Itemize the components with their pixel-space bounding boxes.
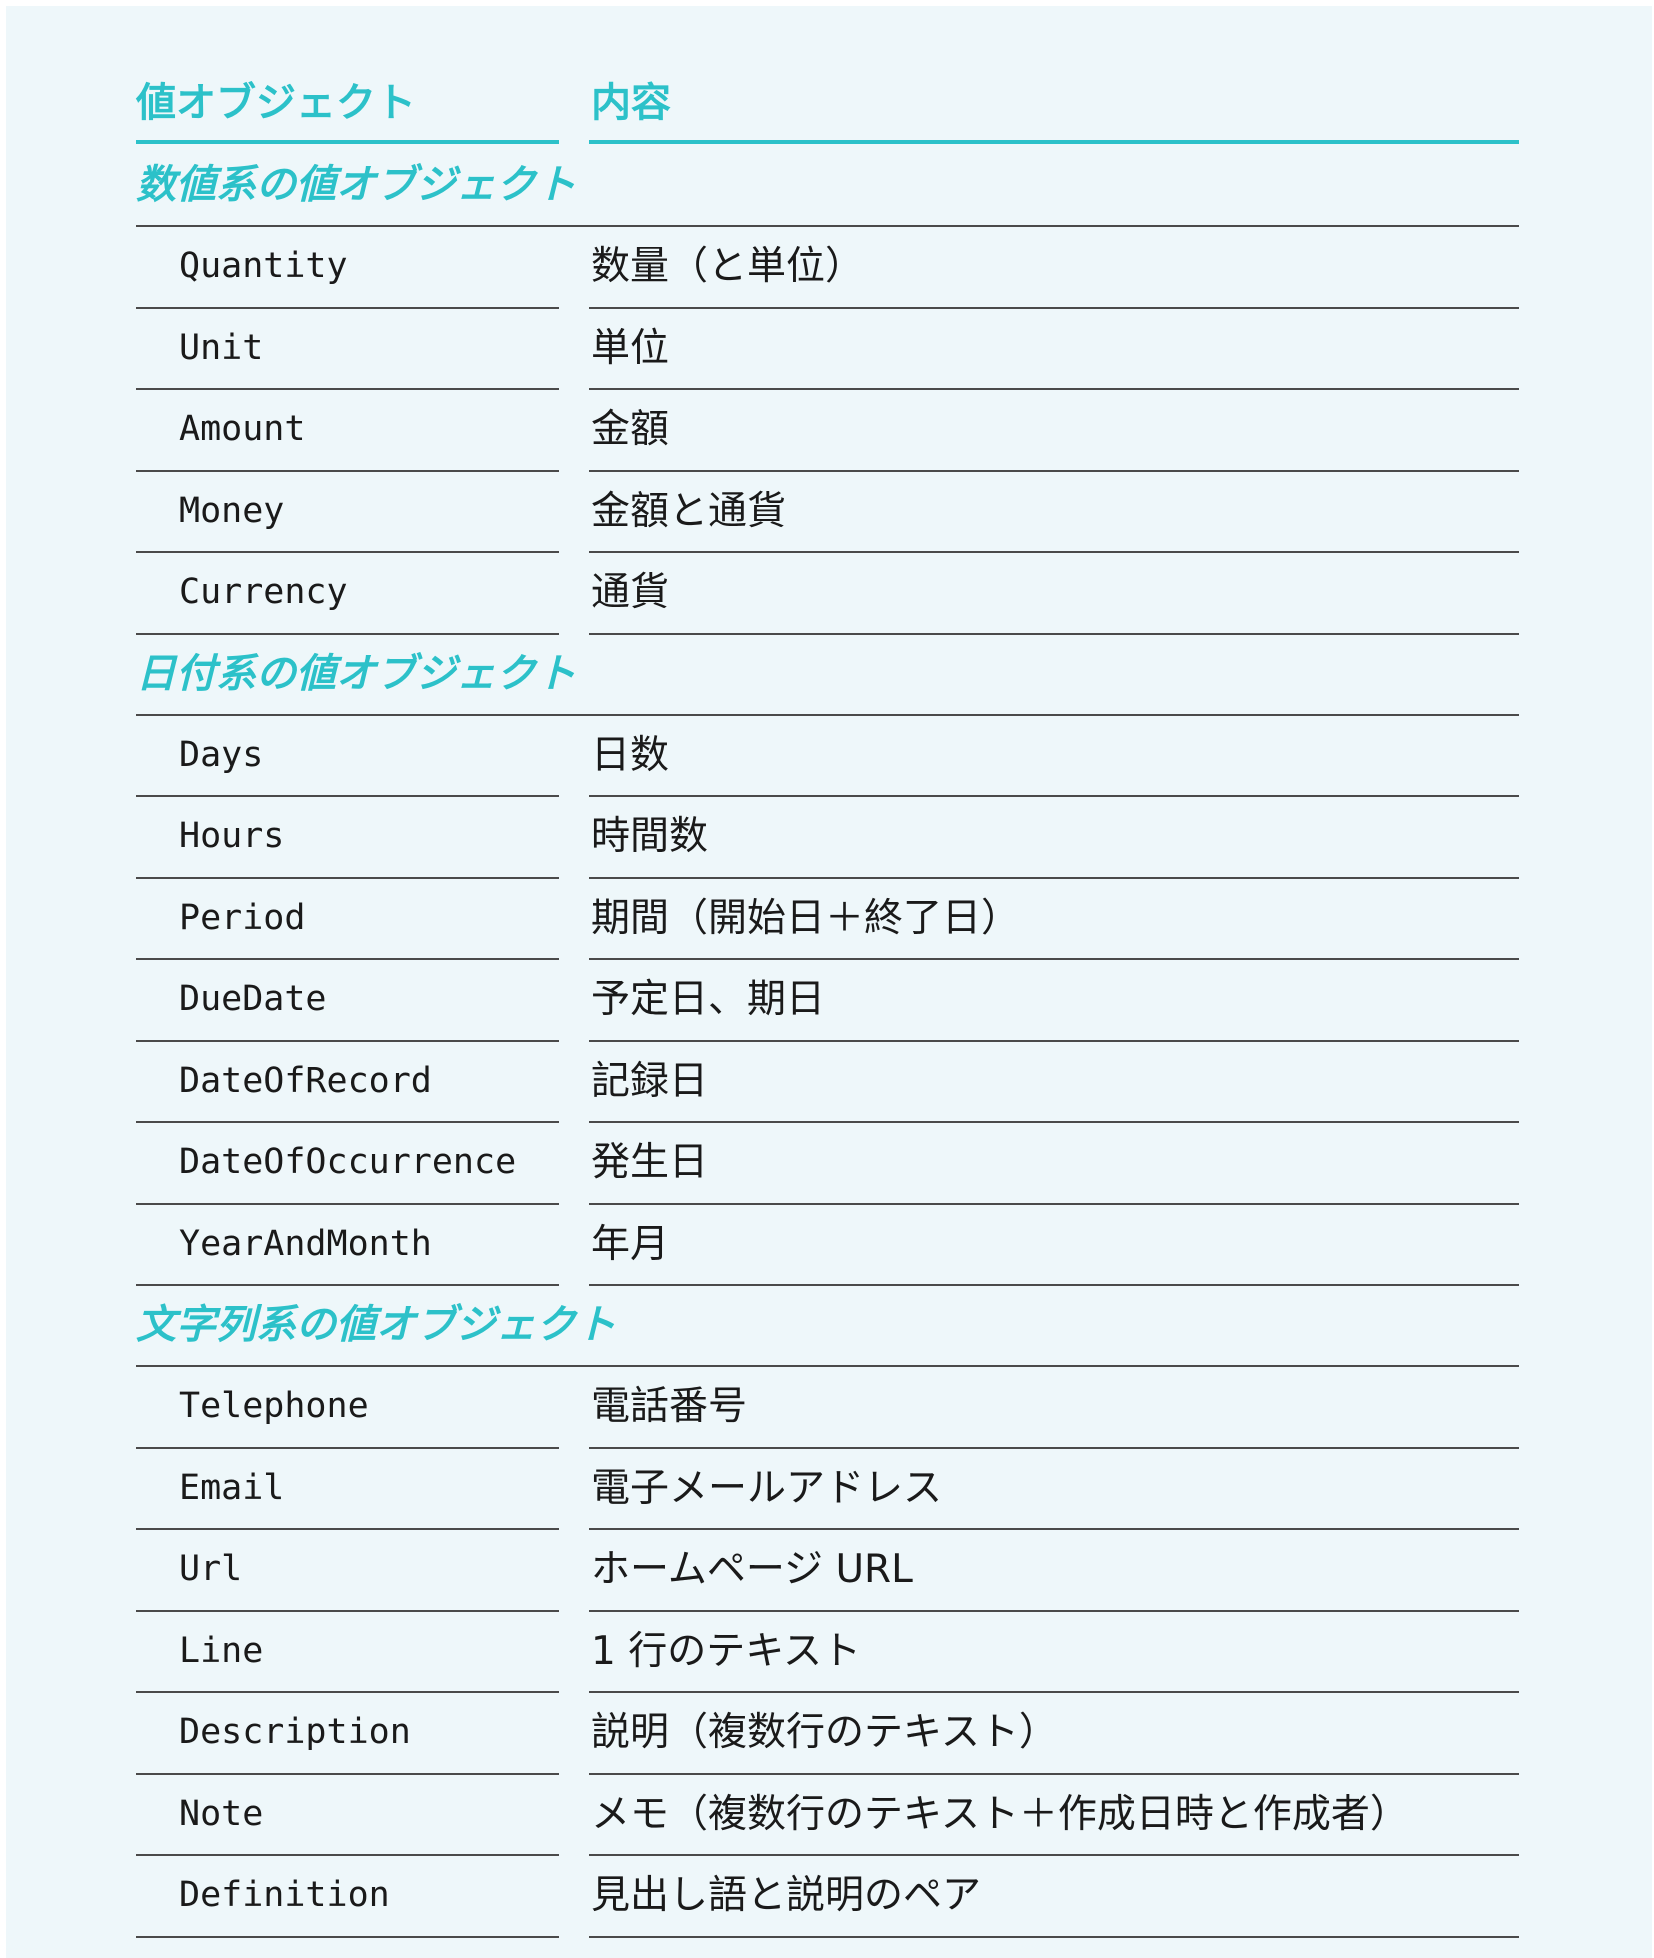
row-divider [589,632,1519,635]
table-header: 値オブジェクト 内容 [136,50,1519,146]
row-desc: 金額と通貨 [591,488,787,534]
row-name: YearAndMonth [179,1223,432,1264]
table-row: Hours 時間数 [136,797,1519,879]
table-row: Description 説明（複数行のテキスト） [136,1693,1519,1775]
row-name: Money [179,490,285,531]
row-name: Amount [179,409,306,449]
row-name: Days [179,734,264,775]
row-desc: 通貨 [591,570,670,615]
row-name: DateOfOccurrence [179,1142,517,1182]
table-row: DateOfRecord 記録日 [136,1042,1519,1123]
row-desc: 期間（開始日＋終了日） [591,895,1021,941]
table-row: Period 期間（開始日＋終了日） [136,879,1519,960]
row-desc: 金額 [591,407,670,452]
row-name: Description [179,1712,411,1752]
row-name: Period [179,897,306,938]
row-desc: ホームページ URL [591,1547,913,1592]
row-desc: 電子メールアドレス [591,1465,943,1511]
row-name: Definition [179,1875,390,1915]
row-divider [589,1284,1519,1286]
table-row: Unit 単位 [136,309,1519,390]
row-divider [136,1284,559,1286]
row-desc: 時間数 [591,814,709,859]
row-desc: 記録日 [591,1058,709,1104]
row-desc: 見出し語と説明のペア [591,1873,982,1918]
header-value-object: 値オブジェクト [136,80,416,126]
value-object-table: 値オブジェクト 内容 数値系の値オブジェクト Quantity 数量（と単位） … [136,50,1519,1938]
row-desc: 年月 [591,1221,670,1267]
row-name: Note [179,1793,264,1834]
table-row: Quantity 数量（と単位） [136,227,1519,309]
row-desc: 電話番号 [591,1384,748,1429]
row-name: Unit [179,327,264,368]
row-name: Currency [179,572,348,612]
section-title-string: 文字列系の値オブジェクト [136,1286,1519,1367]
table-row: Note メモ（複数行のテキスト＋作成日時と作成者） [136,1775,1519,1856]
row-desc: 1 行のテキスト [591,1628,862,1674]
row-desc: 日数 [591,732,670,778]
header-rule-left [136,140,559,144]
row-desc: 数量（と単位） [591,244,865,289]
header-rule-right [589,140,1519,144]
table-row: YearAndMonth 年月 [136,1205,1519,1286]
table-row: Days 日数 [136,716,1519,797]
section-title-date: 日付系の値オブジェクト [136,635,1519,716]
table-row: Url ホームページ URL [136,1530,1519,1612]
table-row: Money 金額と通貨 [136,472,1519,553]
table-row: Amount 金額 [136,390,1519,472]
row-desc: 予定日、期日 [591,977,826,1022]
row-desc: 単位 [591,325,670,371]
table-panel: 値オブジェクト 内容 数値系の値オブジェクト Quantity 数量（と単位） … [6,6,1652,1958]
row-name: Hours [179,816,285,856]
row-name: DateOfRecord [179,1060,432,1101]
row-desc: 説明（複数行のテキスト） [591,1710,1058,1755]
row-divider [589,1935,1519,1938]
section-title-numeric: 数値系の値オブジェクト [136,146,1519,227]
table-row: Line 1 行のテキスト [136,1612,1519,1693]
row-desc: 発生日 [591,1140,709,1185]
row-name: Url [179,1549,243,1589]
row-desc: メモ（複数行のテキスト＋作成日時と作成者） [591,1791,1409,1837]
row-name: Email [179,1467,285,1508]
header-content: 内容 [591,80,671,126]
table-row: Currency 通貨 [136,553,1519,635]
row-name: DueDate [179,979,327,1019]
table-row: Definition 見出し語と説明のペア [136,1856,1519,1938]
table-row: DueDate 予定日、期日 [136,960,1519,1042]
table-row: DateOfOccurrence 発生日 [136,1123,1519,1205]
row-divider [136,1935,559,1938]
table-row: Email 電子メールアドレス [136,1449,1519,1530]
table-row: Telephone 電話番号 [136,1367,1519,1449]
row-name: Line [179,1630,264,1671]
row-divider [136,632,559,635]
row-name: Quantity [179,246,348,286]
row-name: Telephone [179,1386,369,1426]
